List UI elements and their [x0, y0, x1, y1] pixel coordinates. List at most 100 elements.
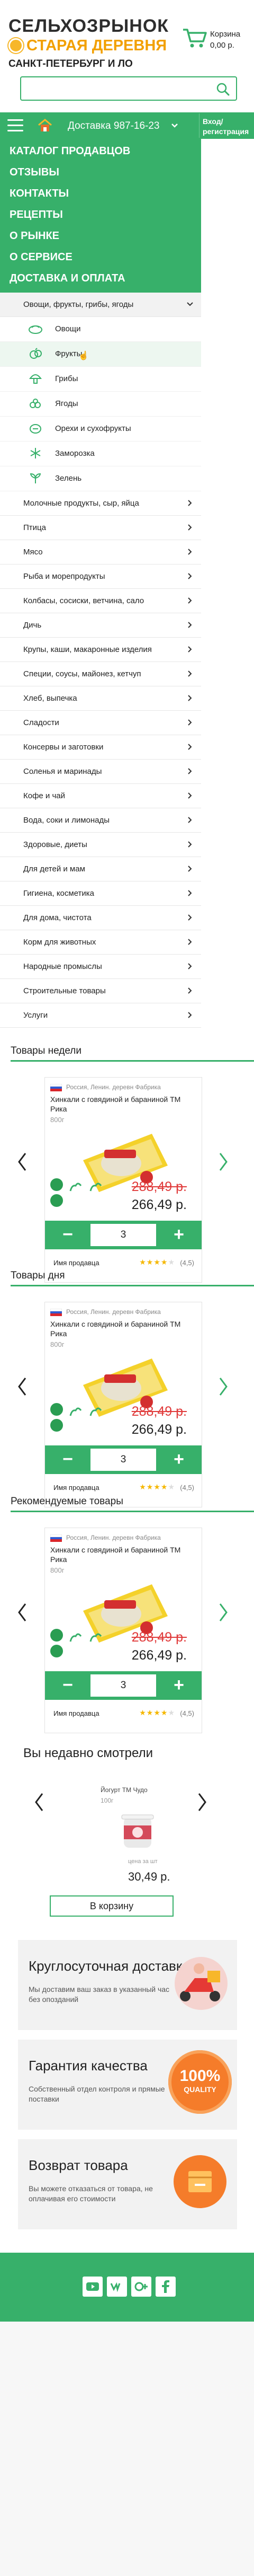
category-item[interactable]: Дичь: [0, 613, 201, 638]
qty-input[interactable]: 3: [90, 1224, 156, 1246]
category-item[interactable]: Соленья и маринады: [0, 760, 201, 784]
category-item[interactable]: Гигиена, косметика: [0, 881, 201, 906]
product-origin: Россия, Ленин. деревн Фабрика: [66, 1308, 161, 1316]
category-item[interactable]: Корм для животных: [0, 930, 201, 955]
qty-minus-button[interactable]: −: [45, 1445, 90, 1474]
product-name[interactable]: Хинкали с говядиной и бараниной ТМ Рика: [50, 1545, 193, 1564]
chevron-down-icon[interactable]: [170, 121, 179, 130]
qty-plus-button[interactable]: +: [156, 1671, 202, 1700]
rating-stars: ★★★★★: [139, 1708, 175, 1717]
category-item[interactable]: Строительные товары: [0, 979, 201, 1003]
arrow-left-icon[interactable]: [16, 1376, 29, 1397]
seller-name[interactable]: Имя продавца: [53, 1709, 99, 1717]
favorite-icon[interactable]: [68, 1406, 84, 1418]
compare-icon[interactable]: [88, 1181, 104, 1193]
logo-subtitle[interactable]: СТАРАЯ ДЕРЕВНЯ: [26, 37, 167, 54]
menu-item-about-service[interactable]: О СЕРВИСЕ: [10, 251, 72, 263]
category-item[interactable]: Народные промыслы: [0, 955, 201, 979]
category-item[interactable]: Для детей и мам: [0, 857, 201, 881]
category-item[interactable]: Для дома, чистота: [0, 906, 201, 930]
chevron-right-icon: [188, 549, 192, 555]
arrow-right-icon[interactable]: [217, 1151, 230, 1172]
arrow-left-icon[interactable]: [16, 1151, 29, 1172]
favorite-icon[interactable]: [68, 1632, 84, 1644]
vk-icon[interactable]: [107, 2277, 127, 2297]
eco-badge-icon: [50, 1178, 63, 1191]
recent-product-name[interactable]: Йогурт ТМ Чудо: [101, 1786, 148, 1794]
fruits-icon: [30, 348, 42, 359]
product-name[interactable]: Хинкали с говядиной и бараниной ТМ Рика: [50, 1095, 193, 1114]
category-item[interactable]: Здоровые, диеты: [0, 833, 201, 857]
cart-label: Корзина: [210, 30, 241, 39]
product-card: Россия, Ленин. деревн Фабрика Хинкали с г…: [44, 1528, 202, 1733]
qty-plus-button[interactable]: +: [156, 1445, 202, 1474]
subcategory-item[interactable]: Грибы: [0, 367, 201, 392]
arrow-left-icon[interactable]: [33, 1792, 46, 1813]
category-item[interactable]: Специи, соусы, майонез, кетчуп: [0, 662, 201, 686]
seller-name[interactable]: Имя продавца: [53, 1484, 99, 1492]
category-open[interactable]: Овощи, фрукты, грибы, ягоды: [0, 293, 201, 317]
facebook-icon[interactable]: [156, 2277, 176, 2297]
menu-item-delivery[interactable]: ДОСТАВКА И ОПЛАТА: [10, 272, 125, 285]
category-item[interactable]: Молочные продукты, сыр, яйца: [0, 491, 201, 516]
youtube-icon[interactable]: [83, 2277, 103, 2297]
menu-item-reviews[interactable]: ОТЗЫВЫ: [10, 166, 59, 179]
cart-summary[interactable]: Корзина 0,00 р.: [210, 29, 240, 51]
subcategory-item[interactable]: Ягоды: [0, 392, 201, 417]
subcategory-item[interactable]: Зелень: [0, 466, 201, 491]
product-name[interactable]: Хинкали с говядиной и бараниной ТМ Рика: [50, 1319, 193, 1338]
qty-plus-button[interactable]: +: [156, 1221, 202, 1249]
qty-minus-button[interactable]: −: [45, 1221, 90, 1249]
category-item[interactable]: Крупы, каши, макаронные изделия: [0, 638, 201, 662]
category-label: Молочные продукты, сыр, яйца: [23, 499, 139, 508]
star-icon: ★: [146, 1258, 154, 1266]
menu-item-sellers[interactable]: КАТАЛОГ ПРОДАВЦОВ: [10, 145, 130, 157]
quantity-stepper: −3 +: [45, 1445, 202, 1474]
menu-item-recipes[interactable]: РЕЦЕПТЫ: [10, 209, 63, 221]
compare-icon[interactable]: [88, 1632, 104, 1644]
favorite-icon[interactable]: [68, 1181, 84, 1193]
qty-input[interactable]: 3: [90, 1449, 156, 1471]
seller-name[interactable]: Имя продавца: [53, 1259, 99, 1267]
google-plus-icon[interactable]: [131, 2277, 151, 2297]
arrow-right-icon[interactable]: [196, 1792, 208, 1813]
subcategory-item[interactable]: Фрукты ☝: [0, 342, 201, 367]
menu-item-about-market[interactable]: О РЫНКЕ: [10, 230, 59, 242]
add-to-cart-button[interactable]: В корзину: [50, 1895, 174, 1917]
compare-icon[interactable]: [88, 1406, 104, 1418]
search-input[interactable]: [21, 77, 212, 100]
subcategory-item[interactable]: Орехи и сухофрукты: [0, 417, 201, 442]
arrow-left-icon[interactable]: [16, 1602, 29, 1623]
category-label: Вода, соки и лимонады: [23, 816, 110, 825]
russia-flag-icon: [50, 1534, 62, 1542]
header: СЕЛЬХОЗРЫНОК СТАРАЯ ДЕРЕВНЯ Корзина 0,00…: [0, 0, 254, 69]
logo-title[interactable]: СЕЛЬХОЗРЫНОК: [8, 17, 169, 35]
menu-item-contacts[interactable]: КОНТАКТЫ: [10, 188, 69, 200]
category-item[interactable]: Колбасы, сосиски, ветчина, сало: [0, 589, 201, 613]
product-image[interactable]: [116, 1810, 159, 1852]
category-item[interactable]: Сладости: [0, 711, 201, 735]
delivery-phone[interactable]: Доставка 987-16-23: [68, 120, 160, 132]
category-item[interactable]: Мясо: [0, 540, 201, 564]
category-item[interactable]: Консервы и заготовки: [0, 735, 201, 760]
subcategory-item[interactable]: Заморозка: [0, 442, 201, 466]
qty-input[interactable]: 3: [90, 1674, 156, 1697]
qty-minus-button[interactable]: −: [45, 1671, 90, 1700]
house-icon[interactable]: [37, 118, 53, 134]
chevron-right-icon: [188, 695, 192, 701]
cart-icon[interactable]: [182, 28, 207, 49]
arrow-right-icon[interactable]: [217, 1376, 230, 1397]
search-icon[interactable]: [216, 82, 230, 96]
login-button[interactable]: Вход/ регистрация: [199, 113, 254, 138]
arrow-right-icon[interactable]: [217, 1602, 230, 1623]
category-item[interactable]: Птица: [0, 516, 201, 540]
category-item[interactable]: Хлеб, выпечка: [0, 686, 201, 711]
section-title: Товары недели: [11, 1045, 82, 1056]
category-item[interactable]: Рыба и морепродукты: [0, 564, 201, 589]
subcategory-item[interactable]: Овощи: [0, 317, 201, 342]
category-item[interactable]: Услуги: [0, 1003, 201, 1028]
city-selector[interactable]: САНКТ-ПЕТЕРБУРГ И ЛО: [8, 58, 133, 70]
category-item[interactable]: Кофе и чай: [0, 784, 201, 808]
category-item[interactable]: Вода, соки и лимонады: [0, 808, 201, 833]
menu-burger-icon[interactable]: [7, 119, 23, 132]
